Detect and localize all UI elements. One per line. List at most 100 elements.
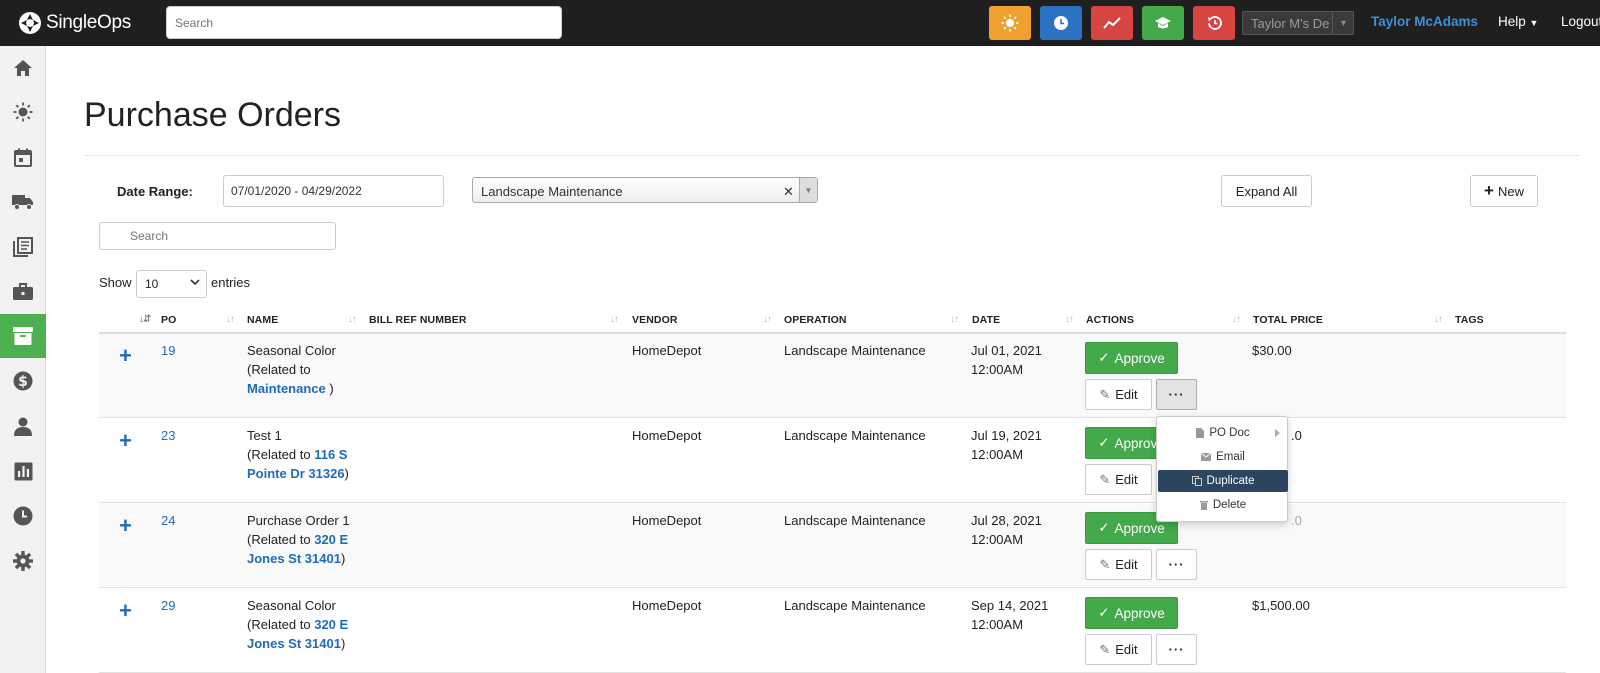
menu-item-delete[interactable]: Delete — [1158, 494, 1288, 516]
operation-cell: Landscape Maintenance — [784, 513, 926, 528]
edit-label: Edit — [1115, 642, 1138, 657]
help-menu[interactable]: Help ▼ — [1498, 14, 1538, 29]
quick-clock-button[interactable] — [1040, 6, 1082, 40]
sidebar-item-reports[interactable] — [0, 449, 46, 493]
expand-row-icon[interactable]: + — [119, 515, 132, 537]
ellipsis-icon: ··· — [1168, 557, 1185, 572]
document-icon — [1196, 428, 1205, 438]
user-icon — [14, 417, 32, 436]
singleops-logo-icon — [19, 12, 41, 34]
new-button[interactable]: + New — [1470, 175, 1538, 207]
expand-row-icon[interactable]: + — [119, 345, 132, 367]
sort-icon[interactable]: ↓↑ — [1232, 314, 1241, 325]
sort-icon[interactable]: ↓↑ — [610, 314, 619, 325]
column-header-bill-ref[interactable]: BILL REF NUMBER — [369, 314, 467, 326]
sidebar-item-home[interactable] — [0, 46, 46, 90]
po-number-link[interactable]: 24 — [161, 511, 175, 530]
show-label: Show — [99, 275, 132, 290]
actions-dropdown-menu: PO Doc Email Duplicate Delete — [1156, 416, 1288, 522]
sidebar-item-settings[interactable] — [0, 539, 46, 583]
vendor-cell: HomeDepot — [632, 343, 702, 358]
quick-trend-button[interactable] — [1091, 6, 1133, 40]
column-header-name[interactable]: NAME — [247, 314, 278, 326]
menu-item-duplicate[interactable]: Duplicate — [1158, 470, 1288, 492]
clear-icon[interactable]: ✕ — [783, 184, 794, 200]
sort-asc-icon[interactable]: ↓⇵ — [139, 314, 151, 325]
sidebar-item-purchase-orders[interactable] — [0, 314, 46, 358]
pencil-icon: ✎ — [1099, 556, 1111, 572]
sort-icon[interactable]: ↓↑ — [1065, 314, 1074, 325]
quick-sun-button[interactable] — [989, 6, 1031, 40]
po-name-cell: Purchase Order 1 (Related to 320 E Jones… — [247, 511, 350, 568]
related-link[interactable]: Jones St 31401 — [247, 551, 341, 566]
operation-cell: Landscape Maintenance — [784, 598, 926, 613]
column-header-total-price[interactable]: TOTAL PRICE — [1253, 314, 1323, 326]
sort-icon[interactable]: ↓↑ — [950, 314, 959, 325]
sidebar-item-calendar[interactable] — [0, 135, 46, 179]
more-actions-button[interactable]: ··· — [1156, 634, 1197, 665]
sidebar-item-contacts[interactable] — [0, 404, 46, 448]
related-link[interactable]: Jones St 31401 — [247, 636, 341, 651]
sidebar-item-time[interactable] — [0, 494, 46, 538]
related-link[interactable]: Pointe Dr 31326 — [247, 466, 345, 481]
menu-item-email[interactable]: Email — [1158, 446, 1288, 468]
check-icon: ✓ — [1098, 350, 1110, 365]
sort-icon[interactable]: ↓↑ — [1434, 314, 1443, 325]
calendar-icon — [14, 148, 32, 167]
more-actions-button[interactable]: ··· — [1156, 379, 1197, 410]
approve-button[interactable]: ✓ Approve — [1085, 597, 1178, 629]
user-name-link[interactable]: Taylor McAdams — [1371, 14, 1478, 29]
column-header-date[interactable]: DATE — [972, 314, 1000, 326]
expand-row-icon[interactable]: + — [119, 430, 132, 452]
check-icon: ✓ — [1098, 520, 1110, 535]
column-header-actions[interactable]: ACTIONS — [1086, 314, 1134, 326]
date-range-input[interactable] — [223, 175, 444, 207]
sort-icon[interactable]: ↓↑ — [763, 314, 772, 325]
po-number-link[interactable]: 23 — [161, 426, 175, 445]
sidebar-item-documents[interactable] — [0, 225, 46, 269]
sort-icon[interactable]: ↓↑ — [348, 314, 357, 325]
sidebar-item-jobs[interactable] — [0, 270, 46, 314]
po-number-link[interactable]: 29 — [161, 596, 175, 615]
po-number-link[interactable]: 19 — [161, 341, 175, 360]
expand-all-button[interactable]: Expand All — [1221, 175, 1312, 207]
expand-row-icon[interactable]: + — [119, 600, 132, 622]
related-prefix: (Related to — [247, 362, 311, 377]
entries-select[interactable]: 10 — [136, 270, 207, 298]
sort-icon[interactable]: ↓↑ — [226, 314, 235, 325]
caret-down-icon[interactable]: ▼ — [799, 178, 817, 202]
brand-logo[interactable]: SingleOps — [18, 10, 131, 36]
date-value: Sep 14, 2021 — [971, 598, 1049, 613]
edit-button[interactable]: ✎ Edit — [1085, 549, 1152, 580]
operation-select[interactable]: Landscape Maintenance ✕ ▼ — [472, 177, 818, 203]
menu-item-label: PO Doc — [1209, 427, 1250, 439]
menu-item-po-doc[interactable]: PO Doc — [1158, 422, 1288, 444]
column-header-vendor[interactable]: VENDOR — [632, 314, 678, 326]
column-header-tags[interactable]: TAGS — [1455, 314, 1484, 326]
related-link[interactable]: Maintenance — [247, 381, 326, 396]
related-link[interactable]: 116 S — [314, 447, 347, 462]
edit-button[interactable]: ✎ Edit — [1085, 379, 1152, 410]
caret-down-icon[interactable]: ▼ — [1332, 11, 1354, 35]
time-value: 12:00AM — [971, 617, 1024, 632]
related-link[interactable]: 320 E — [314, 617, 348, 632]
more-actions-button[interactable]: ··· — [1156, 549, 1197, 580]
pencil-icon: ✎ — [1099, 386, 1111, 402]
edit-button[interactable]: ✎ Edit — [1085, 464, 1152, 495]
vendor-cell: HomeDepot — [632, 598, 702, 613]
logout-link[interactable]: Logout — [1561, 14, 1600, 29]
global-search-input[interactable] — [166, 6, 562, 39]
edit-button[interactable]: ✎ Edit — [1085, 634, 1152, 665]
sidebar-item-fleet[interactable] — [0, 180, 46, 224]
documents-icon — [13, 237, 33, 257]
sidebar-item-billing[interactable]: $ — [0, 359, 46, 403]
quick-history-button[interactable] — [1193, 6, 1235, 40]
approve-button[interactable]: ✓ Approve — [1085, 342, 1178, 374]
column-header-operation[interactable]: OPERATION — [784, 314, 847, 326]
column-header-po[interactable]: PO — [161, 314, 176, 326]
related-link[interactable]: 320 E — [314, 532, 348, 547]
quick-training-button[interactable] — [1142, 6, 1184, 40]
sidebar-item-weather[interactable] — [0, 90, 46, 134]
table-search-input[interactable] — [99, 222, 336, 250]
page-title: Purchase Orders — [84, 96, 341, 134]
